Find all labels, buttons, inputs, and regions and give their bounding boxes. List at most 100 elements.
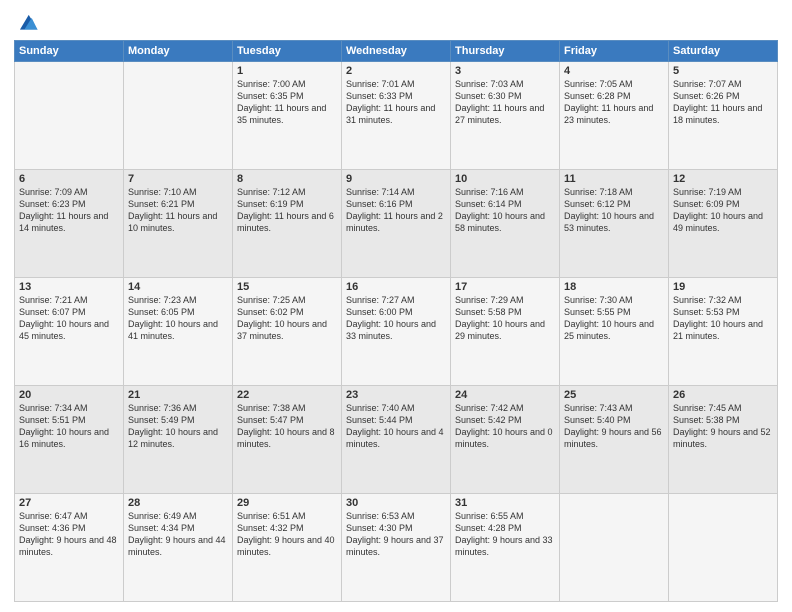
day-number: 21 [128, 389, 228, 401]
day-info: Sunrise: 7:01 AM Sunset: 6:33 PM Dayligh… [346, 78, 446, 127]
day-number: 5 [673, 65, 773, 77]
calendar-cell: 22Sunrise: 7:38 AM Sunset: 5:47 PM Dayli… [233, 386, 342, 494]
day-info: Sunrise: 6:51 AM Sunset: 4:32 PM Dayligh… [237, 510, 337, 559]
day-info: Sunrise: 7:36 AM Sunset: 5:49 PM Dayligh… [128, 402, 228, 451]
day-info: Sunrise: 7:21 AM Sunset: 6:07 PM Dayligh… [19, 294, 119, 343]
calendar-cell: 13Sunrise: 7:21 AM Sunset: 6:07 PM Dayli… [15, 278, 124, 386]
day-number: 30 [346, 497, 446, 509]
day-number: 25 [564, 389, 664, 401]
day-info: Sunrise: 7:32 AM Sunset: 5:53 PM Dayligh… [673, 294, 773, 343]
calendar-cell: 21Sunrise: 7:36 AM Sunset: 5:49 PM Dayli… [124, 386, 233, 494]
day-info: Sunrise: 7:19 AM Sunset: 6:09 PM Dayligh… [673, 186, 773, 235]
day-info: Sunrise: 7:16 AM Sunset: 6:14 PM Dayligh… [455, 186, 555, 235]
day-number: 8 [237, 173, 337, 185]
day-info: Sunrise: 7:07 AM Sunset: 6:26 PM Dayligh… [673, 78, 773, 127]
day-number: 17 [455, 281, 555, 293]
calendar-cell: 3Sunrise: 7:03 AM Sunset: 6:30 PM Daylig… [451, 62, 560, 170]
day-header-wednesday: Wednesday [342, 41, 451, 62]
calendar-cell: 1Sunrise: 7:00 AM Sunset: 6:35 PM Daylig… [233, 62, 342, 170]
day-info: Sunrise: 6:55 AM Sunset: 4:28 PM Dayligh… [455, 510, 555, 559]
calendar-week-4: 20Sunrise: 7:34 AM Sunset: 5:51 PM Dayli… [15, 386, 778, 494]
day-info: Sunrise: 7:40 AM Sunset: 5:44 PM Dayligh… [346, 402, 446, 451]
day-number: 22 [237, 389, 337, 401]
calendar-cell: 12Sunrise: 7:19 AM Sunset: 6:09 PM Dayli… [669, 170, 778, 278]
calendar-cell [15, 62, 124, 170]
day-number: 27 [19, 497, 119, 509]
day-header-thursday: Thursday [451, 41, 560, 62]
calendar-cell: 27Sunrise: 6:47 AM Sunset: 4:36 PM Dayli… [15, 494, 124, 602]
calendar-cell: 25Sunrise: 7:43 AM Sunset: 5:40 PM Dayli… [560, 386, 669, 494]
calendar-cell: 19Sunrise: 7:32 AM Sunset: 5:53 PM Dayli… [669, 278, 778, 386]
day-info: Sunrise: 7:27 AM Sunset: 6:00 PM Dayligh… [346, 294, 446, 343]
day-info: Sunrise: 7:10 AM Sunset: 6:21 PM Dayligh… [128, 186, 228, 235]
day-info: Sunrise: 7:29 AM Sunset: 5:58 PM Dayligh… [455, 294, 555, 343]
day-number: 16 [346, 281, 446, 293]
calendar-cell: 31Sunrise: 6:55 AM Sunset: 4:28 PM Dayli… [451, 494, 560, 602]
logo-icon [17, 12, 39, 34]
day-number: 31 [455, 497, 555, 509]
day-info: Sunrise: 7:42 AM Sunset: 5:42 PM Dayligh… [455, 402, 555, 451]
day-info: Sunrise: 7:25 AM Sunset: 6:02 PM Dayligh… [237, 294, 337, 343]
calendar-table: SundayMondayTuesdayWednesdayThursdayFrid… [14, 40, 778, 602]
calendar-cell: 11Sunrise: 7:18 AM Sunset: 6:12 PM Dayli… [560, 170, 669, 278]
calendar-cell: 14Sunrise: 7:23 AM Sunset: 6:05 PM Dayli… [124, 278, 233, 386]
calendar-cell: 15Sunrise: 7:25 AM Sunset: 6:02 PM Dayli… [233, 278, 342, 386]
calendar-week-5: 27Sunrise: 6:47 AM Sunset: 4:36 PM Dayli… [15, 494, 778, 602]
calendar-cell [669, 494, 778, 602]
logo [14, 14, 39, 36]
calendar-cell [124, 62, 233, 170]
calendar-cell: 7Sunrise: 7:10 AM Sunset: 6:21 PM Daylig… [124, 170, 233, 278]
day-header-tuesday: Tuesday [233, 41, 342, 62]
day-header-friday: Friday [560, 41, 669, 62]
calendar-week-1: 1Sunrise: 7:00 AM Sunset: 6:35 PM Daylig… [15, 62, 778, 170]
day-info: Sunrise: 6:49 AM Sunset: 4:34 PM Dayligh… [128, 510, 228, 559]
day-number: 10 [455, 173, 555, 185]
calendar-cell [560, 494, 669, 602]
calendar-cell: 6Sunrise: 7:09 AM Sunset: 6:23 PM Daylig… [15, 170, 124, 278]
calendar-cell: 5Sunrise: 7:07 AM Sunset: 6:26 PM Daylig… [669, 62, 778, 170]
calendar-header-row: SundayMondayTuesdayWednesdayThursdayFrid… [15, 41, 778, 62]
page: SundayMondayTuesdayWednesdayThursdayFrid… [0, 0, 792, 612]
day-info: Sunrise: 7:00 AM Sunset: 6:35 PM Dayligh… [237, 78, 337, 127]
day-number: 12 [673, 173, 773, 185]
day-number: 19 [673, 281, 773, 293]
calendar-cell: 8Sunrise: 7:12 AM Sunset: 6:19 PM Daylig… [233, 170, 342, 278]
day-info: Sunrise: 7:45 AM Sunset: 5:38 PM Dayligh… [673, 402, 773, 451]
day-number: 1 [237, 65, 337, 77]
calendar-cell: 18Sunrise: 7:30 AM Sunset: 5:55 PM Dayli… [560, 278, 669, 386]
calendar-cell: 28Sunrise: 6:49 AM Sunset: 4:34 PM Dayli… [124, 494, 233, 602]
day-info: Sunrise: 6:47 AM Sunset: 4:36 PM Dayligh… [19, 510, 119, 559]
calendar-cell: 23Sunrise: 7:40 AM Sunset: 5:44 PM Dayli… [342, 386, 451, 494]
day-info: Sunrise: 7:14 AM Sunset: 6:16 PM Dayligh… [346, 186, 446, 235]
day-info: Sunrise: 6:53 AM Sunset: 4:30 PM Dayligh… [346, 510, 446, 559]
calendar-cell: 30Sunrise: 6:53 AM Sunset: 4:30 PM Dayli… [342, 494, 451, 602]
day-info: Sunrise: 7:18 AM Sunset: 6:12 PM Dayligh… [564, 186, 664, 235]
calendar-cell: 10Sunrise: 7:16 AM Sunset: 6:14 PM Dayli… [451, 170, 560, 278]
day-info: Sunrise: 7:12 AM Sunset: 6:19 PM Dayligh… [237, 186, 337, 235]
day-info: Sunrise: 7:03 AM Sunset: 6:30 PM Dayligh… [455, 78, 555, 127]
day-header-saturday: Saturday [669, 41, 778, 62]
day-header-monday: Monday [124, 41, 233, 62]
day-number: 11 [564, 173, 664, 185]
day-info: Sunrise: 7:09 AM Sunset: 6:23 PM Dayligh… [19, 186, 119, 235]
calendar-week-2: 6Sunrise: 7:09 AM Sunset: 6:23 PM Daylig… [15, 170, 778, 278]
day-number: 6 [19, 173, 119, 185]
day-number: 3 [455, 65, 555, 77]
header [14, 10, 778, 36]
day-info: Sunrise: 7:34 AM Sunset: 5:51 PM Dayligh… [19, 402, 119, 451]
day-number: 28 [128, 497, 228, 509]
day-info: Sunrise: 7:38 AM Sunset: 5:47 PM Dayligh… [237, 402, 337, 451]
calendar-cell: 24Sunrise: 7:42 AM Sunset: 5:42 PM Dayli… [451, 386, 560, 494]
day-number: 9 [346, 173, 446, 185]
day-number: 23 [346, 389, 446, 401]
calendar-cell: 2Sunrise: 7:01 AM Sunset: 6:33 PM Daylig… [342, 62, 451, 170]
day-number: 26 [673, 389, 773, 401]
calendar-cell: 26Sunrise: 7:45 AM Sunset: 5:38 PM Dayli… [669, 386, 778, 494]
day-number: 18 [564, 281, 664, 293]
calendar-cell: 16Sunrise: 7:27 AM Sunset: 6:00 PM Dayli… [342, 278, 451, 386]
day-info: Sunrise: 7:23 AM Sunset: 6:05 PM Dayligh… [128, 294, 228, 343]
day-info: Sunrise: 7:05 AM Sunset: 6:28 PM Dayligh… [564, 78, 664, 127]
day-number: 29 [237, 497, 337, 509]
calendar-week-3: 13Sunrise: 7:21 AM Sunset: 6:07 PM Dayli… [15, 278, 778, 386]
calendar-cell: 4Sunrise: 7:05 AM Sunset: 6:28 PM Daylig… [560, 62, 669, 170]
